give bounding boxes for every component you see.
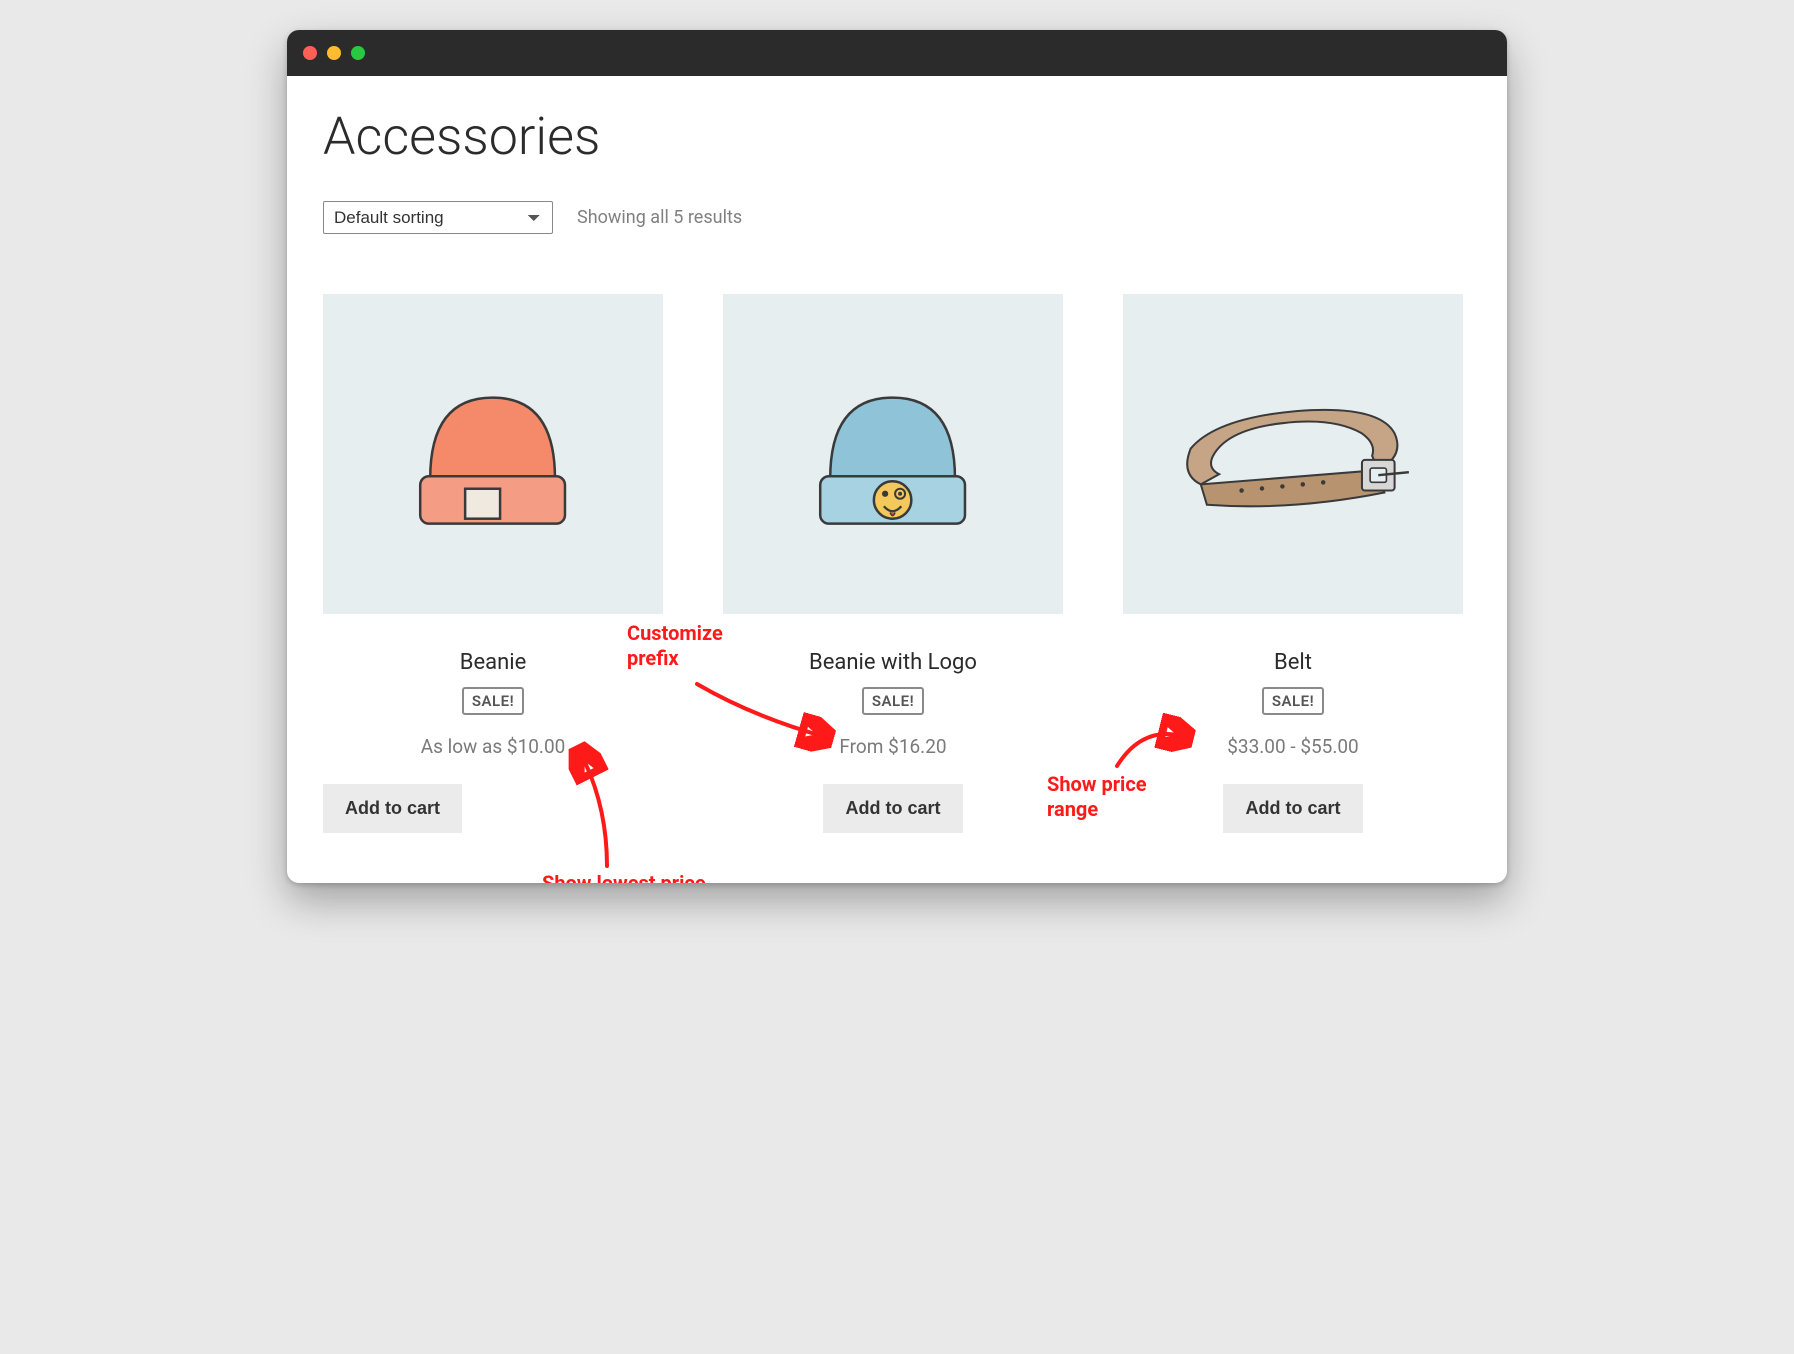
sort-select[interactable]: Default sorting xyxy=(323,201,553,234)
window-maximize-icon[interactable] xyxy=(351,46,365,60)
beanie-logo-icon xyxy=(760,329,1025,579)
window-close-icon[interactable] xyxy=(303,46,317,60)
add-to-cart-button[interactable]: Add to cart xyxy=(323,784,462,833)
beanie-icon xyxy=(360,329,625,579)
sale-badge: SALE! xyxy=(1262,687,1324,715)
add-to-cart-button[interactable]: Add to cart xyxy=(1223,784,1362,833)
product-card: Beanie with Logo SALE! From $16.20 Add t… xyxy=(723,294,1063,833)
product-title[interactable]: Belt xyxy=(1274,650,1312,675)
window-titlebar xyxy=(287,30,1507,76)
product-price: As low as $10.00 xyxy=(421,735,566,758)
sale-badge: SALE! xyxy=(462,687,524,715)
belt-icon xyxy=(1160,329,1425,579)
product-grid: Beanie SALE! As low as $10.00 Add to car… xyxy=(323,294,1471,833)
product-price: From $16.20 xyxy=(839,735,946,758)
result-count: Showing all 5 results xyxy=(577,207,742,228)
annotation-show-lowest: Show lowest price xyxy=(542,871,706,883)
browser-window: Accessories Default sorting Showing all … xyxy=(287,30,1507,883)
product-image[interactable] xyxy=(323,294,663,614)
product-price: $33.00 - $55.00 xyxy=(1227,735,1358,758)
window-minimize-icon[interactable] xyxy=(327,46,341,60)
product-image[interactable] xyxy=(723,294,1063,614)
product-image[interactable] xyxy=(1123,294,1463,614)
toolbar: Default sorting Showing all 5 results xyxy=(323,201,1471,234)
product-title[interactable]: Beanie xyxy=(460,650,527,675)
product-card: Belt SALE! $33.00 - $55.00 Add to cart xyxy=(1123,294,1463,833)
product-title[interactable]: Beanie with Logo xyxy=(809,650,977,675)
page-title: Accessories xyxy=(323,106,1471,167)
sale-badge: SALE! xyxy=(862,687,924,715)
product-card: Beanie SALE! As low as $10.00 Add to car… xyxy=(323,294,663,833)
page-content: Accessories Default sorting Showing all … xyxy=(287,76,1507,883)
add-to-cart-button[interactable]: Add to cart xyxy=(823,784,962,833)
